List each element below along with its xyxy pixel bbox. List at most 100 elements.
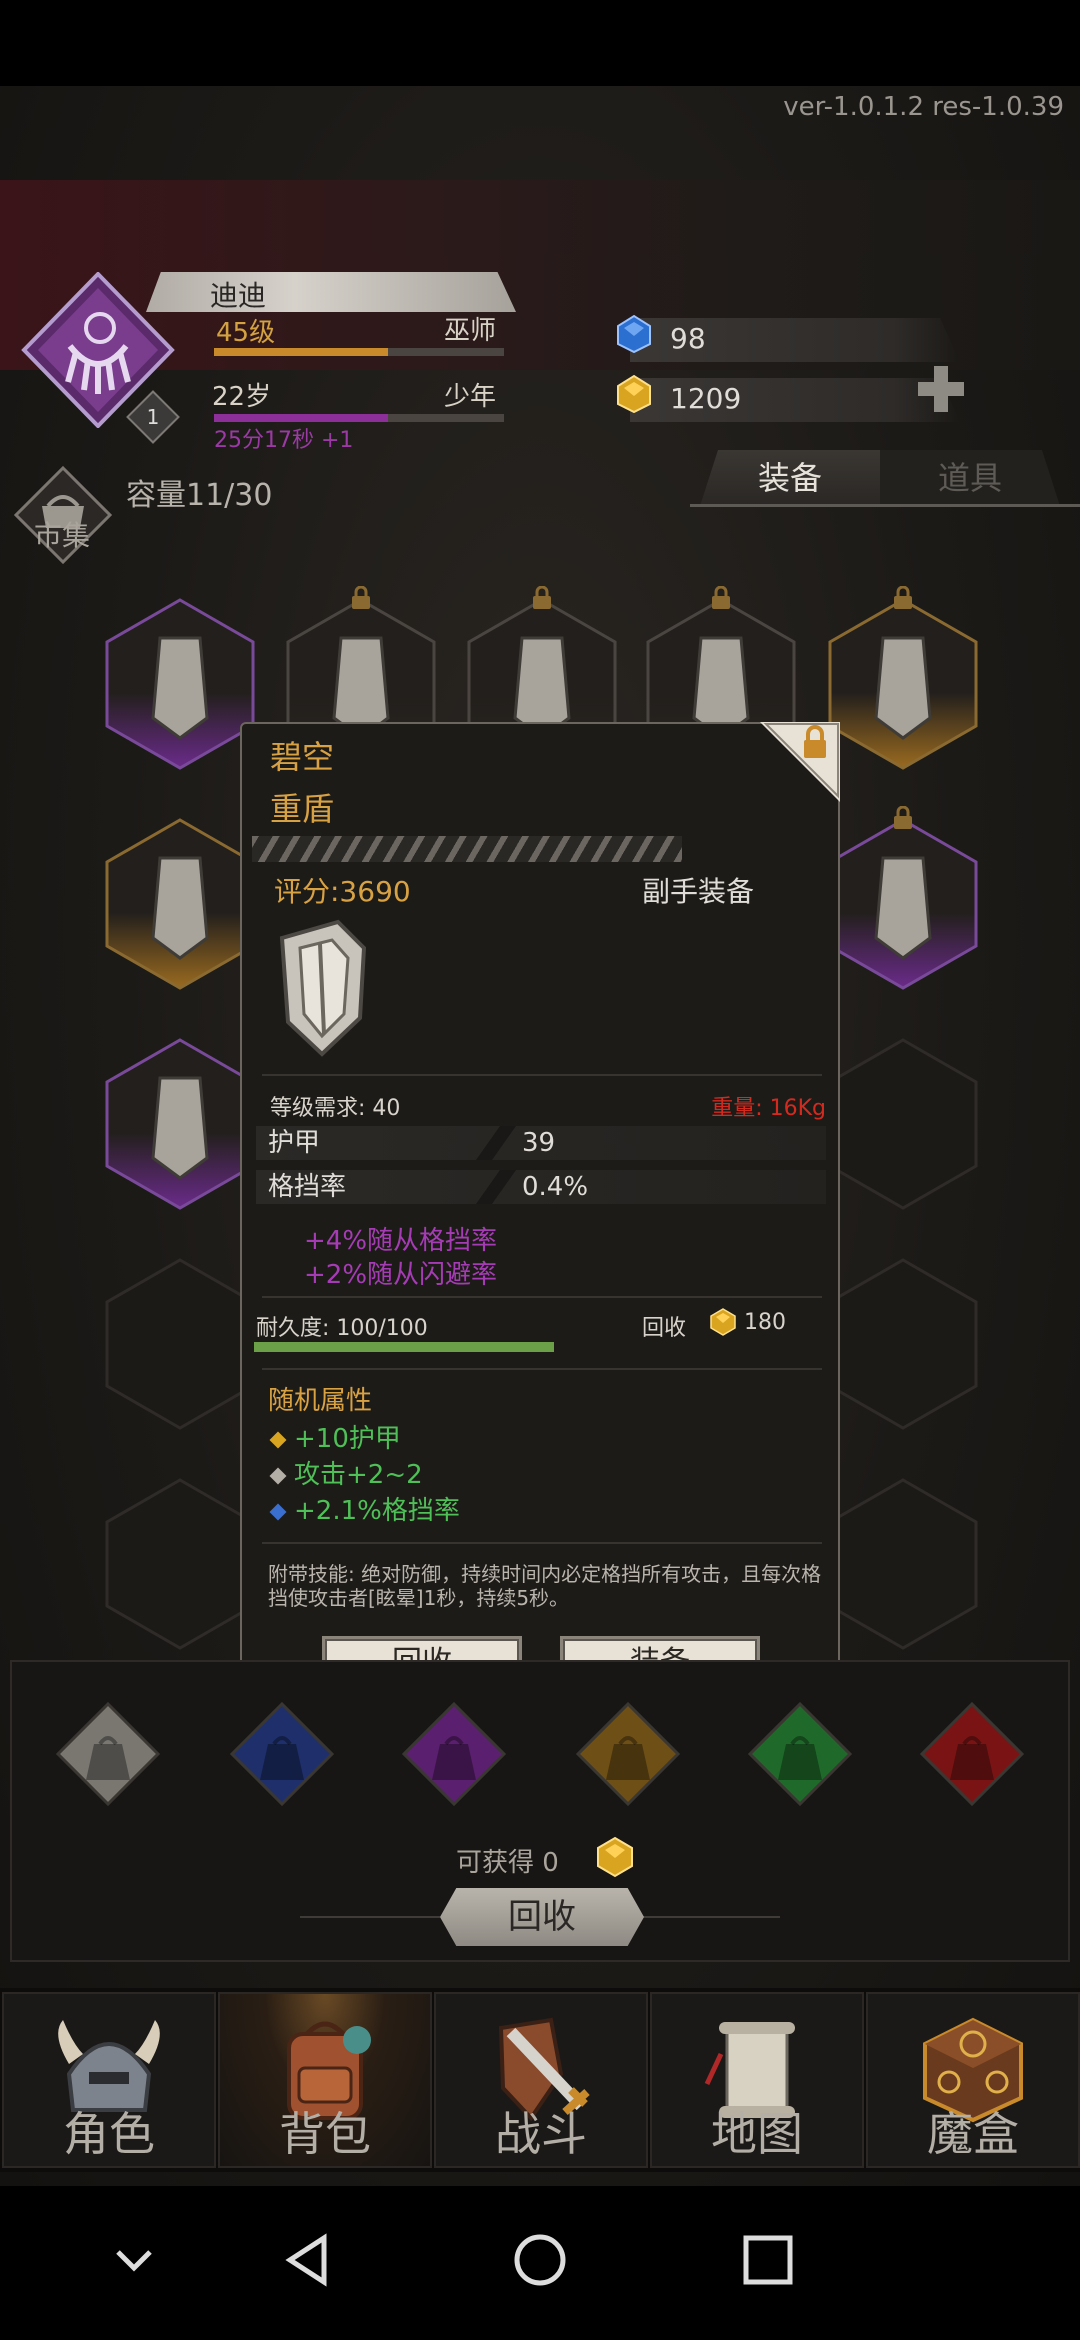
gold-gem-icon [597, 1836, 633, 1878]
bottom-navigation: 角色 背包 战斗 地图 魔盒 [0, 1988, 1080, 2172]
nav-battle[interactable]: 战斗 [434, 1992, 648, 2168]
inventory-slot-empty[interactable] [828, 1258, 978, 1430]
inventory-slot-empty[interactable] [828, 1038, 978, 1210]
player-stage: 少年 [444, 382, 497, 412]
durability-bar [254, 1342, 554, 1352]
capacity-label: 容量11/30 [126, 478, 273, 513]
tab-equipment[interactable]: 装备 [700, 450, 880, 506]
nav-label: 背包 [279, 2107, 371, 2161]
nav-label: 战斗 [495, 2107, 587, 2161]
stat-row-armor: 护甲 39 [256, 1126, 826, 1160]
nav-label: 魔盒 [927, 2107, 1019, 2161]
player-level: 45级 [216, 318, 276, 348]
silver-diamond-icon [269, 1467, 287, 1484]
title-stripe [252, 836, 682, 862]
tab-items[interactable]: 道具 [880, 450, 1060, 506]
blue-gem-currency: 98 [630, 318, 960, 362]
bag-green-icon[interactable] [748, 1702, 852, 1806]
equipment-item-icon [874, 636, 932, 740]
stat-value: 0.4% [522, 1172, 589, 1202]
divider [262, 1296, 822, 1298]
nav-label: 角色 [63, 2107, 155, 2161]
bag-gray-icon[interactable] [56, 1702, 160, 1806]
lock-icon [533, 586, 551, 609]
divider [262, 1368, 822, 1370]
inventory-slot-empty[interactable] [105, 1258, 255, 1430]
recycle-label: 回收 [642, 1316, 687, 1341]
item-type: 重盾 [270, 790, 335, 828]
gold-diamond-icon [269, 1431, 287, 1448]
recycle-value: 180 [744, 1310, 786, 1335]
nav-label: 地图 [711, 2107, 803, 2161]
durability-label: 耐久度: 100/100 [256, 1316, 428, 1341]
lock-icon [894, 586, 912, 609]
bonus-stat: +4%随从格挡率 [304, 1226, 498, 1256]
item-slot: 副手装备 [642, 875, 755, 908]
market-label[interactable]: 市集 [34, 514, 90, 554]
stat-value: 39 [522, 1128, 556, 1158]
inventory-slot-pistol[interactable] [105, 1038, 255, 1210]
inventory-slot-empty[interactable] [105, 1478, 255, 1650]
lock-icon [894, 806, 912, 829]
inventory-slot-round-shield[interactable] [828, 818, 978, 990]
back-icon[interactable] [280, 2230, 340, 2290]
equipment-item-icon [874, 856, 932, 960]
nav-magic-box[interactable]: 魔盒 [866, 1992, 1080, 2168]
player-name: 迪迪 [210, 279, 267, 312]
bag-gold-icon[interactable] [576, 1702, 680, 1806]
add-currency-icon[interactable] [914, 362, 968, 416]
lock-toggle-icon[interactable] [760, 722, 840, 802]
random-attribute: 攻击+2~2 [269, 1454, 423, 1491]
bulk-recycle-button[interactable]: 回收 [440, 1888, 644, 1946]
gold-amount: 1209 [670, 382, 742, 415]
gold-currency: 1209 [630, 378, 960, 422]
decor-line [300, 1916, 440, 1918]
item-score: 评分:3690 [274, 875, 411, 908]
random-attribute: +10护甲 [269, 1418, 401, 1455]
equipment-item-icon [151, 856, 209, 960]
bonus-stat: +2%随从闪避率 [304, 1260, 498, 1290]
bag-purple-icon[interactable] [402, 1702, 506, 1806]
version-label: ver-1.0.1.2 res-1.0.39 [783, 92, 1064, 122]
recents-icon[interactable] [738, 2230, 798, 2290]
status-bar [0, 0, 1080, 86]
nav-map[interactable]: 地图 [650, 1992, 864, 2168]
gold-gem-icon [710, 1308, 736, 1336]
item-detail-popup: 碧空 重盾 评分:3690 副手装备 等级需求: 40 重量: 16Kg 护甲 … [240, 722, 840, 1704]
random-attributes-title: 随机属性 [268, 1386, 373, 1416]
lock-icon [712, 586, 730, 609]
inventory-slot-sword[interactable] [828, 598, 978, 770]
inventory-slot-boots[interactable] [105, 598, 255, 770]
item-name: 碧空 [270, 738, 335, 776]
divider [262, 1542, 822, 1544]
blue-diamond-icon [269, 1503, 287, 1520]
level-requirement: 等级需求: 40 [270, 1096, 401, 1121]
home-icon[interactable] [510, 2230, 570, 2290]
bag-blue-icon[interactable] [230, 1702, 334, 1806]
age-bar [214, 414, 504, 422]
stat-row-block: 格挡率 0.4% [256, 1170, 826, 1204]
lock-icon [352, 586, 370, 609]
stat-key: 格挡率 [268, 1172, 347, 1202]
gold-gem-icon [617, 374, 651, 414]
stat-separator [476, 1170, 516, 1204]
bag-red-icon[interactable] [920, 1702, 1024, 1806]
player-class: 巫师 [444, 316, 497, 346]
system-navigation-bar [0, 2186, 1080, 2340]
inventory-slot-rapier[interactable] [105, 818, 255, 990]
nav-character[interactable]: 角色 [2, 1992, 216, 2168]
player-age: 22岁 [212, 382, 272, 412]
divider [262, 1074, 822, 1076]
nav-backpack[interactable]: 背包 [218, 1992, 432, 2168]
blue-gem-amount: 98 [670, 322, 706, 355]
blue-gem-icon [617, 314, 651, 354]
equipment-item-icon [151, 1076, 209, 1180]
decor-line [640, 1916, 780, 1918]
chevron-down-icon[interactable] [104, 2230, 164, 2290]
stat-key: 护甲 [268, 1128, 321, 1158]
inventory-slot-empty[interactable] [828, 1478, 978, 1650]
name-plate: 迪迪 [146, 272, 516, 312]
item-weight: 重量: 16Kg [711, 1096, 826, 1121]
equipment-item-icon [151, 636, 209, 740]
earn-label: 可获得 0 [456, 1848, 559, 1878]
